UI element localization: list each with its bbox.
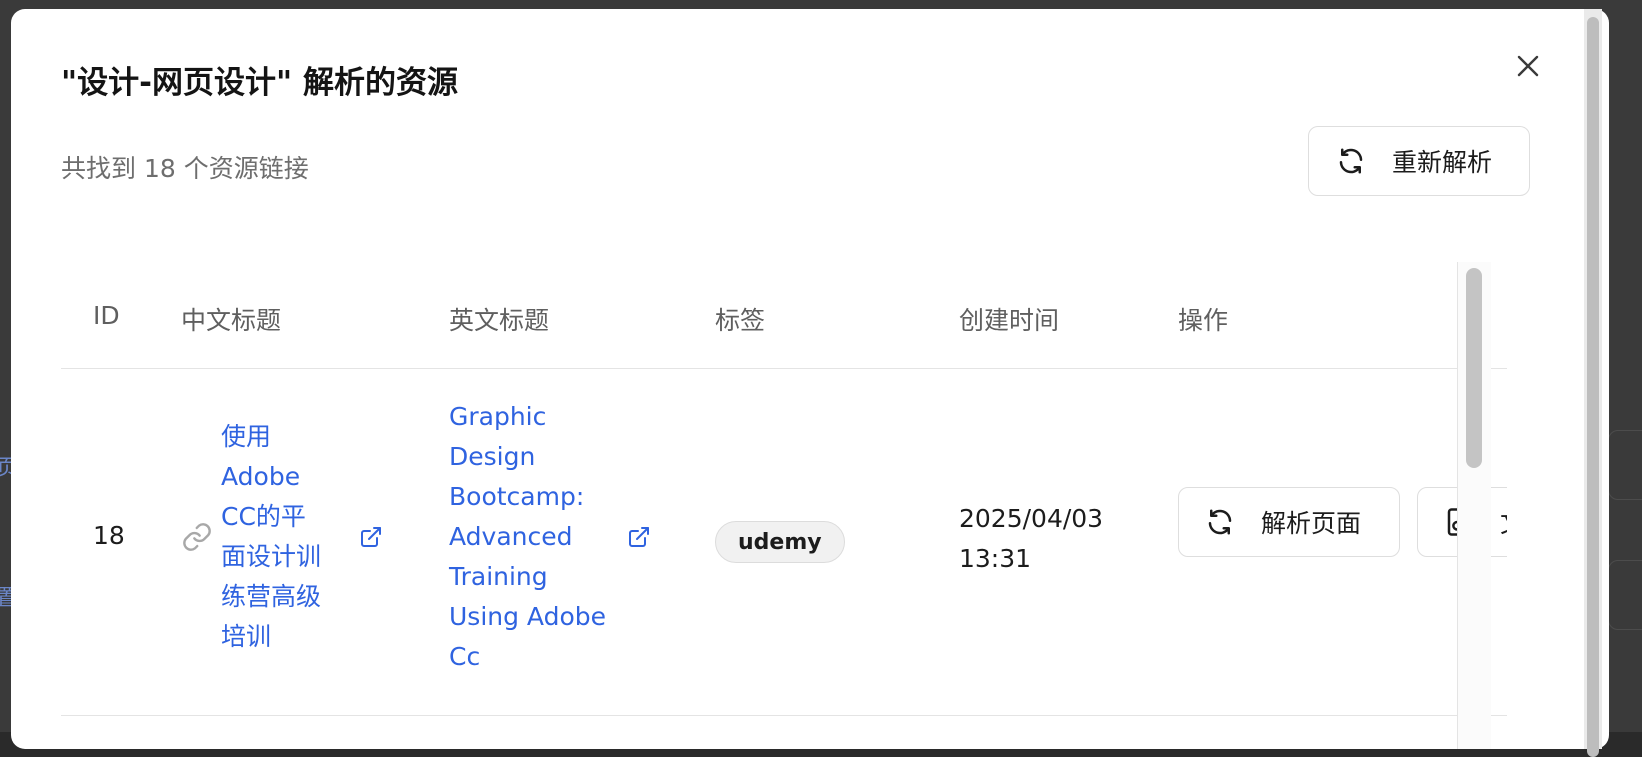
- zh-title-line: 培训: [221, 622, 272, 651]
- background-box: [1608, 560, 1642, 630]
- link-icon: [181, 521, 213, 553]
- en-title-line: Advanced: [449, 522, 573, 551]
- tag-badge: udemy: [715, 521, 845, 563]
- en-title-line: Cc: [449, 642, 481, 671]
- header-tag: 标签: [715, 306, 766, 335]
- parse-page-button[interactable]: 解析页面: [1178, 487, 1400, 557]
- header-created: 创建时间: [959, 306, 1060, 335]
- refresh-icon: [1205, 507, 1235, 537]
- second-action-label: 文: [1500, 504, 1507, 540]
- en-title-link[interactable]: Graphic Design Bootcamp: Advanced Traini…: [449, 397, 606, 677]
- en-title-line: Bootcamp:: [449, 482, 585, 511]
- refresh-icon: [1336, 146, 1366, 176]
- header-actions: 操作: [1178, 306, 1229, 335]
- resource-table: ID 中文标题 英文标题 标签 创建时间 操作 18 使用 Adobe CC的平…: [61, 262, 1507, 749]
- table-header: ID 中文标题 英文标题 标签 创建时间 操作: [61, 262, 1507, 369]
- header-en-title: 英文标题: [449, 306, 550, 335]
- resource-count-summary: 共找到 18 个资源链接: [61, 154, 309, 183]
- header-zh-title: 中文标题: [181, 306, 282, 335]
- reparse-button[interactable]: 重新解析: [1308, 126, 1530, 196]
- dialog-title: "设计-网页设计" 解析的资源: [61, 65, 458, 101]
- table-scrollbar[interactable]: [1457, 262, 1491, 749]
- zh-title-line: Adobe: [221, 462, 301, 491]
- close-icon: [1517, 55, 1539, 77]
- en-title-line: Training: [449, 562, 548, 591]
- close-button[interactable]: [1513, 51, 1543, 81]
- zh-title-line: CC的平: [221, 502, 306, 531]
- created-time: 2025/04/03 13:31: [959, 499, 1103, 579]
- header-id: ID: [93, 301, 120, 330]
- zh-title-line: 练营高级: [221, 582, 322, 611]
- en-title-line: Design: [449, 442, 536, 471]
- en-external-link-icon[interactable]: [627, 525, 651, 549]
- table-scrollbar-thumb[interactable]: [1466, 268, 1482, 468]
- en-title-line: Using Adobe: [449, 602, 607, 631]
- zh-title-link[interactable]: 使用 Adobe CC的平 面设计训 练营高级 培训: [221, 417, 321, 657]
- zh-external-link-icon[interactable]: [359, 525, 383, 549]
- row-id: 18: [93, 521, 125, 550]
- created-clock: 13:31: [959, 544, 1032, 573]
- background-box: [1608, 430, 1642, 500]
- zh-title-line: 使用: [221, 422, 272, 451]
- created-date: 2025/04/03: [959, 504, 1104, 533]
- table-row: 18 使用 Adobe CC的平 面设计训 练营高级 培训 Graphic De…: [61, 369, 1507, 716]
- page-scrollbar[interactable]: [1584, 9, 1602, 757]
- parse-page-label: 解析页面: [1261, 509, 1362, 538]
- zh-title-line: 面设计训: [221, 542, 322, 571]
- resource-dialog: "设计-网页设计" 解析的资源 共找到 18 个资源链接 重新解析 ID 中文标…: [11, 9, 1609, 749]
- reparse-label: 重新解析: [1392, 148, 1493, 177]
- en-title-line: Graphic: [449, 402, 547, 431]
- page-scrollbar-thumb[interactable]: [1587, 17, 1599, 757]
